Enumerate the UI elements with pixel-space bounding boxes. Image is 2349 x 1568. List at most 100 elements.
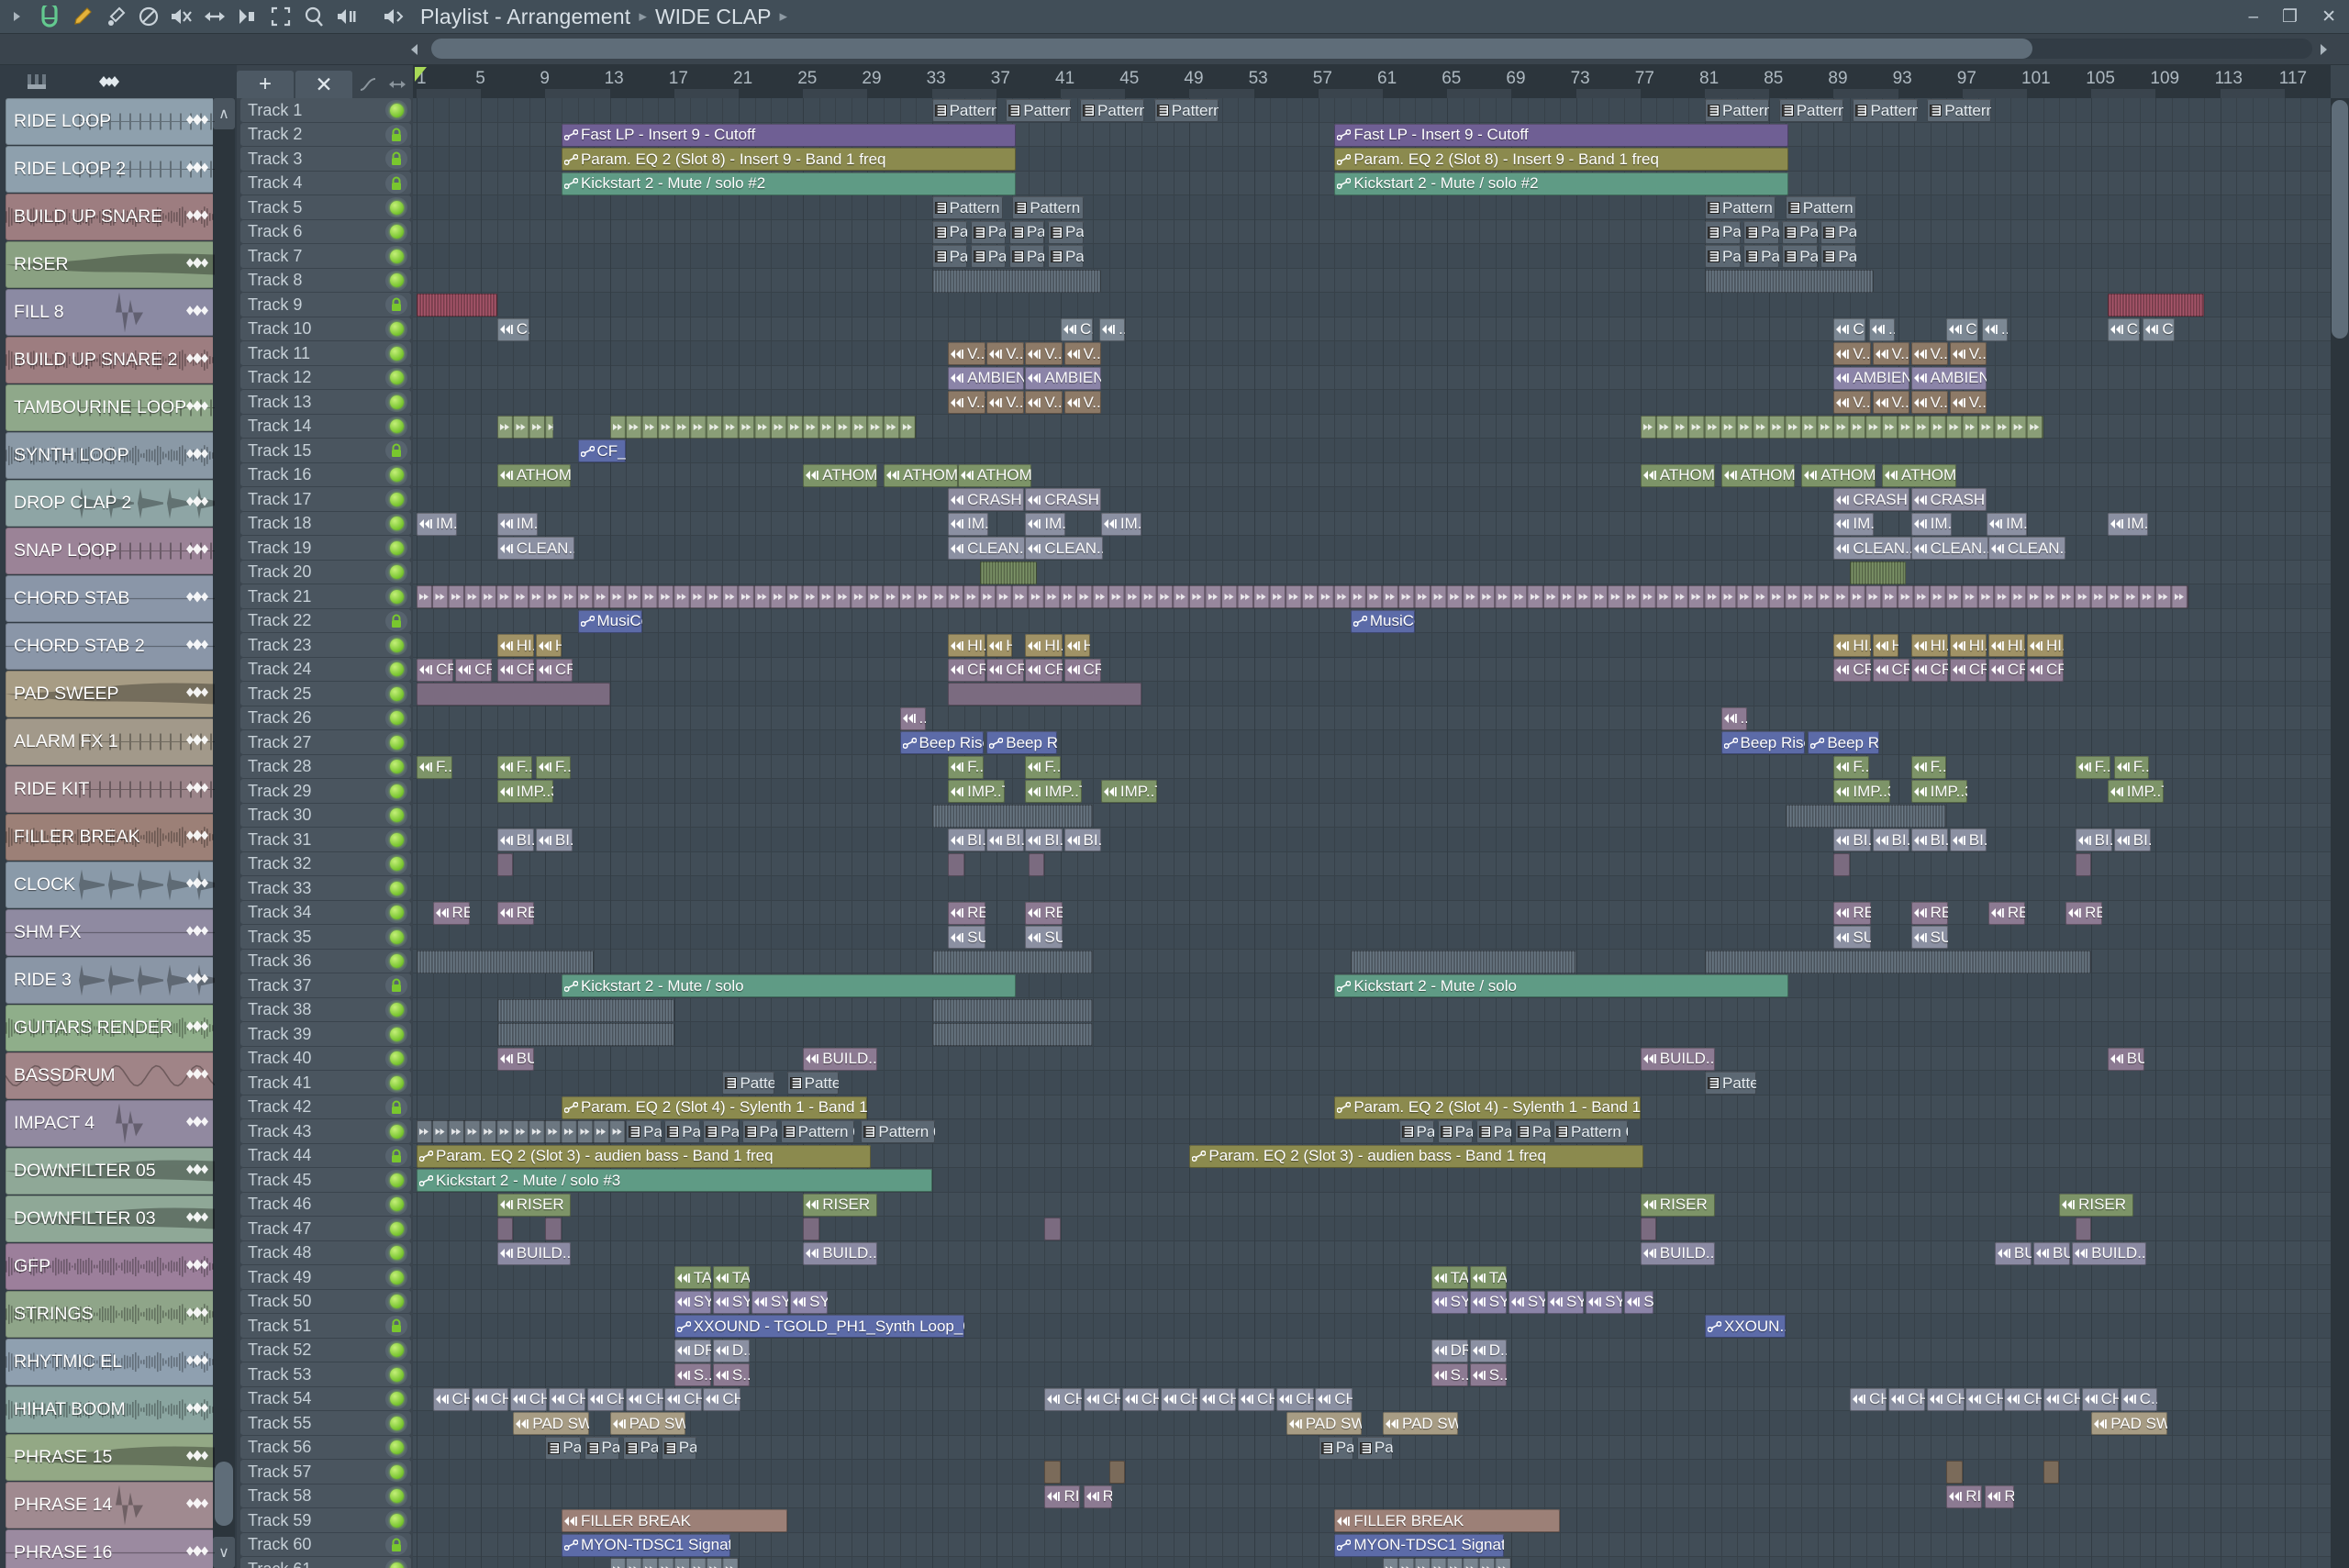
audio-clip[interactable]: V..T 3: [948, 342, 985, 365]
clip-block-strip[interactable]: [1044, 1461, 1061, 1484]
track-enable-led[interactable]: [389, 589, 404, 604]
audio-clip[interactable]: HI..P: [2027, 634, 2065, 657]
track-enable-led[interactable]: [389, 346, 404, 361]
track-number-row[interactable]: Track 55: [240, 1411, 411, 1436]
track-handle-icon[interactable]: [185, 828, 209, 847]
clip-block-strip[interactable]: [417, 683, 610, 706]
track-state-indicator[interactable]: [385, 1364, 407, 1385]
audio-clip[interactable]: BI..P: [535, 828, 573, 851]
audio-clip[interactable]: ATHOMS 4: [1801, 463, 1876, 487]
track-number-row[interactable]: Track 39: [240, 1022, 411, 1047]
audio-clip[interactable]: R..T: [1985, 1485, 2014, 1508]
audio-clip[interactable]: RISER: [2059, 1193, 2133, 1217]
track-state-indicator[interactable]: [385, 951, 407, 972]
track-number-row[interactable]: Track 42: [240, 1095, 411, 1119]
audio-clip[interactable]: BI..P: [1910, 828, 1948, 851]
clip-block-strip[interactable]: [931, 269, 1101, 293]
pattern-clip[interactable]: Pa..7: [584, 1436, 620, 1460]
audio-clip[interactable]: V..T 3: [1872, 342, 1909, 365]
track-enable-led[interactable]: [389, 1295, 404, 1309]
track-state-indicator[interactable]: [385, 1437, 407, 1458]
track-enable-led[interactable]: [389, 540, 404, 555]
track-state-indicator[interactable]: [385, 805, 407, 826]
track-name-item[interactable]: BUILD UP SNARE: [6, 194, 215, 240]
track-enable-led[interactable]: [389, 419, 404, 434]
track-state-indicator[interactable]: [385, 1121, 407, 1142]
audio-clip[interactable]: H..P: [1063, 634, 1090, 657]
lock-icon[interactable]: [389, 443, 404, 458]
audio-clip[interactable]: RE..L: [1910, 901, 1948, 925]
track-enable-led[interactable]: [389, 1075, 404, 1090]
clip-block-strip[interactable]: [417, 294, 497, 317]
clip-block-strip[interactable]: [417, 950, 595, 973]
audio-clip[interactable]: CH..B: [1083, 1387, 1120, 1411]
clip-block-strip[interactable]: [1350, 950, 1576, 973]
audio-clip[interactable]: CH..B: [1160, 1387, 1198, 1411]
track-number-row[interactable]: Track 46: [240, 1192, 411, 1217]
clip-block-strip[interactable]: [1108, 1461, 1126, 1484]
track-state-indicator[interactable]: [385, 1048, 407, 1069]
track-number-row[interactable]: Track 59: [240, 1508, 411, 1533]
audio-clip[interactable]: CR..N: [1872, 658, 1909, 682]
track-state-indicator[interactable]: [385, 902, 407, 923]
automation-clip[interactable]: MYON-TDSC1 Signature Ep..) - Volume mult…: [561, 1533, 731, 1557]
track-enable-led[interactable]: [389, 1221, 404, 1236]
track-number-row[interactable]: Track 3: [240, 147, 411, 172]
audio-clip[interactable]: V..T 3: [986, 342, 1024, 365]
track-number-row[interactable]: Track 19: [240, 536, 411, 561]
audio-clip[interactable]: CRASH FX: [1833, 488, 1909, 511]
automation-clip[interactable]: Beep R..tiplier: [1808, 731, 1879, 754]
track-name-item[interactable]: SHM FX: [6, 909, 215, 956]
track-number-row[interactable]: Track 17: [240, 487, 411, 512]
audio-clip[interactable]: BI..P: [496, 828, 535, 851]
track-handle-icon[interactable]: [185, 1305, 209, 1324]
playlist-grid[interactable]: Pattern 2 Pattern 2 Pattern 2 Pattern 2 …: [413, 98, 2331, 1568]
clip-block-strip[interactable]: [948, 683, 1141, 706]
track-number-row[interactable]: Track 4: [240, 171, 411, 195]
pattern-clip[interactable]: Pa..7: [545, 1436, 581, 1460]
audio-clip[interactable]: CH..2: [509, 1387, 548, 1411]
audio-clip[interactable]: BUILD..NARE 2: [1640, 1241, 1715, 1265]
track-handle-icon[interactable]: [185, 1496, 209, 1515]
track-number-row[interactable]: Track 49: [240, 1265, 411, 1290]
pattern-clip[interactable]: Pattern 2: [1927, 99, 1992, 122]
audio-clip[interactable]: V..T 1: [1872, 391, 1909, 414]
automation-clip[interactable]: Kickstart 2 - Mute / solo #2: [561, 172, 1016, 195]
audio-clip[interactable]: TA..P: [674, 1266, 712, 1289]
audio-clip[interactable]: SY..P: [790, 1290, 828, 1314]
audio-clip[interactable]: CLEAN..SWEEP: [496, 537, 574, 560]
pattern-clip[interactable]: Pattern 1: [931, 196, 1003, 219]
audio-clip[interactable]: CLEAN..SWEEP: [1910, 537, 1988, 560]
audio-clip[interactable]: ..P: [1981, 317, 2008, 341]
audio-clip[interactable]: RE..L: [1025, 901, 1063, 925]
track-state-indicator[interactable]: [385, 1291, 407, 1312]
audio-clip[interactable]: CR..N: [986, 658, 1024, 682]
track-handle-icon[interactable]: [185, 494, 209, 513]
audio-clip[interactable]: V..T 1: [1949, 391, 1987, 414]
audio-clip[interactable]: CLEAN..SWEEP: [1833, 537, 1911, 560]
audio-clip[interactable]: C..OP: [496, 317, 529, 341]
audio-clip[interactable]: BI..P: [1025, 828, 1063, 851]
audio-clip[interactable]: ATHOMS 4: [1882, 463, 1956, 487]
playhead-marker[interactable]: [415, 67, 427, 82]
audio-clip[interactable]: V..T 3: [1949, 342, 1987, 365]
pattern-clip[interactable]: Pa..3: [970, 220, 1007, 244]
audio-clip[interactable]: ATHOMS 4: [1720, 463, 1796, 487]
audio-clip[interactable]: C..OP: [1946, 317, 1979, 341]
audio-clip[interactable]: BI..P: [1833, 828, 1871, 851]
pattern-clip[interactable]: Pa..4: [1820, 245, 1856, 268]
audio-clip[interactable]: SU..X: [948, 926, 985, 949]
clip-block-strip[interactable]: [1785, 804, 1947, 828]
track-name-item[interactable]: FILL 8: [6, 289, 215, 336]
audio-clip[interactable]: IMP..T 34: [1100, 780, 1158, 803]
audio-clip[interactable]: PAD SWEEP: [2091, 1412, 2167, 1435]
track-state-indicator[interactable]: [385, 1413, 407, 1434]
lock-icon[interactable]: [389, 1538, 404, 1552]
pattern-clip[interactable]: Pa..7: [622, 1436, 659, 1460]
track-state-indicator[interactable]: [385, 684, 407, 705]
automation-clip[interactable]: Param. EQ 2 (Slot 3) - audien bass - Ban…: [1189, 1144, 1644, 1168]
automation-clip[interactable]: MusiCo..tiplier: [577, 609, 642, 633]
track-number-row[interactable]: Track 44: [240, 1143, 411, 1168]
audio-clip[interactable]: IMP..T 34: [948, 780, 1005, 803]
clip-block-strip[interactable]: [948, 852, 964, 876]
